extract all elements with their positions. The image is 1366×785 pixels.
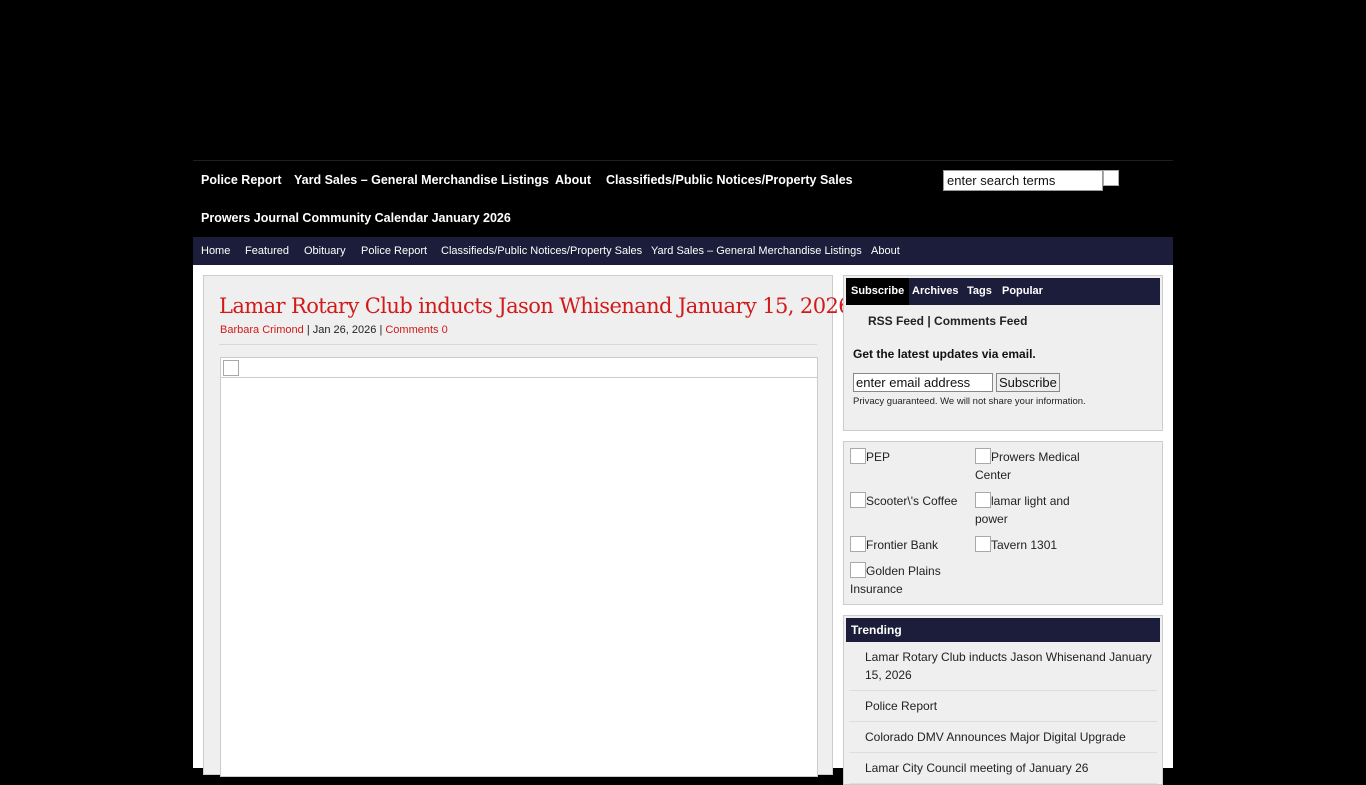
top-navigation: Police Report Yard Sales – General Merch… <box>193 160 1173 237</box>
trending-item[interactable]: Colorado DMV Announces Major Digital Upg… <box>849 728 1157 753</box>
broken-image-icon <box>850 562 866 578</box>
meta-separator: | <box>379 324 383 336</box>
catnav-featured[interactable]: Featured <box>245 245 289 257</box>
catnav-classifieds[interactable]: Classifieds/Public Notices/Property Sale… <box>441 245 642 257</box>
broken-image-icon <box>223 360 239 376</box>
ad-tavern-1301[interactable]: Tavern 1301 <box>975 536 1095 554</box>
catnav-obituary[interactable]: Obituary <box>304 245 346 257</box>
post-image <box>220 357 818 777</box>
email-input[interactable] <box>853 373 993 392</box>
ad-label: Tavern 1301 <box>991 538 1058 552</box>
trending-widget: Trending Lamar Rotary Club inducts Jason… <box>843 615 1163 785</box>
trending-title: Trending <box>846 618 1160 642</box>
broken-image-icon <box>975 448 991 464</box>
tab-subscribe[interactable]: Subscribe <box>846 278 910 305</box>
ad-golden-plains[interactable]: Golden Plains Insurance <box>850 562 970 598</box>
ad-label: Prowers Medical Center <box>975 450 1080 482</box>
search-input[interactable] <box>943 170 1103 191</box>
broken-image-icon <box>975 536 991 552</box>
post-comments-link[interactable]: Comments 0 <box>385 324 447 336</box>
topnav-yard-sales[interactable]: Yard Sales – General Merchandise Listing… <box>294 173 549 187</box>
broken-image-icon <box>850 492 866 508</box>
subscribe-widget: Subscribe Archives Tags Popular RSS Feed… <box>843 275 1163 431</box>
ad-prowers-medical[interactable]: Prowers Medical Center <box>975 448 1095 484</box>
page-wrapper: Police Report Yard Sales – General Merch… <box>193 0 1173 785</box>
main-content: Lamar Rotary Club inducts Jason Whisenan… <box>193 265 1173 785</box>
post-title[interactable]: Lamar Rotary Club inducts Jason Whisenan… <box>219 294 852 318</box>
topnav-about[interactable]: About <box>555 173 591 187</box>
catnav-police-report[interactable]: Police Report <box>361 245 427 257</box>
topnav-classifieds[interactable]: Classifieds/Public Notices/Property Sale… <box>606 173 853 187</box>
ad-lamar-light-power[interactable]: lamar light and power <box>975 492 1095 528</box>
ad-label: Scooter\'s Coffee <box>866 494 958 508</box>
email-updates-label: Get the latest updates via email. <box>853 347 1036 361</box>
topnav-community-calendar[interactable]: Prowers Journal Community Calendar Janua… <box>201 211 511 225</box>
catnav-about[interactable]: About <box>871 245 900 257</box>
trending-item[interactable]: Lamar Rotary Club inducts Jason Whisenan… <box>849 648 1157 691</box>
post-author[interactable]: Barbara Crimond <box>220 324 304 336</box>
ad-label: PEP <box>866 450 891 464</box>
feed-links[interactable]: RSS Feed | Comments Feed <box>868 314 1027 328</box>
divider <box>219 344 817 345</box>
post-meta: Barbara Crimond | Jan 26, 2026 | Comment… <box>220 324 448 336</box>
post-date: Jan 26, 2026 <box>312 324 377 336</box>
trending-item[interactable]: Lamar City Council meeting of January 26 <box>849 759 1157 784</box>
privacy-note: Privacy guaranteed. We will not share yo… <box>853 396 1086 407</box>
ad-label: Frontier Bank <box>866 538 939 552</box>
meta-separator: | <box>306 324 310 336</box>
category-navigation: Home Featured Obituary Police Report Cla… <box>193 237 1173 265</box>
broken-image-icon <box>975 492 991 508</box>
catnav-home[interactable]: Home <box>201 245 230 257</box>
trending-item[interactable]: Police Report <box>849 697 1157 722</box>
search-button-icon[interactable] <box>1103 170 1119 186</box>
ad-frontier-bank[interactable]: Frontier Bank <box>850 536 970 554</box>
tab-archives[interactable]: Archives <box>907 278 963 305</box>
subscribe-button[interactable]: Subscribe <box>996 373 1060 392</box>
ad-pep[interactable]: PEP <box>850 448 970 466</box>
post-article: Lamar Rotary Club inducts Jason Whisenan… <box>203 275 852 777</box>
tab-popular[interactable]: Popular <box>997 278 1048 305</box>
image-border-line <box>221 377 817 378</box>
tab-tags[interactable]: Tags <box>962 278 997 305</box>
broken-image-icon <box>850 448 866 464</box>
sponsor-ads-widget: PEP Prowers Medical Center Scooter\'s Co… <box>843 441 1163 605</box>
sidebar-tabs: Subscribe Archives Tags Popular <box>846 278 1160 305</box>
topnav-police-report[interactable]: Police Report <box>201 173 282 187</box>
ad-scooters-coffee[interactable]: Scooter\'s Coffee <box>850 492 970 510</box>
broken-image-icon <box>850 536 866 552</box>
catnav-yard-sales[interactable]: Yard Sales – General Merchandise Listing… <box>651 245 862 257</box>
